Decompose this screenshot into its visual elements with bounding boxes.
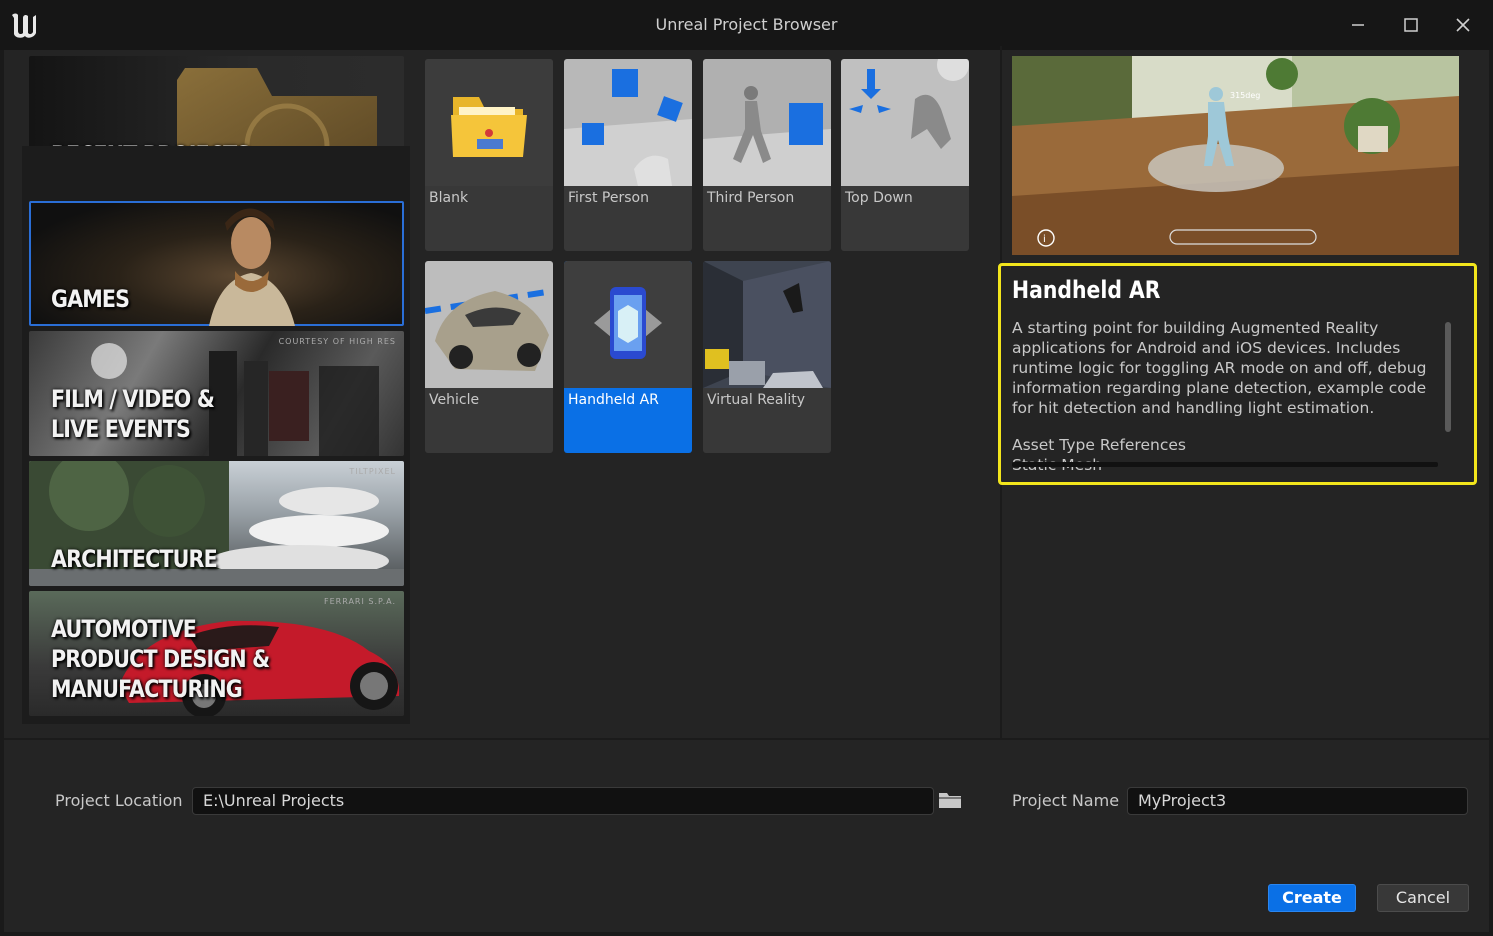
svg-text:i: i — [1043, 234, 1046, 245]
handheld-ar-icon — [564, 261, 692, 388]
template-title: Handheld AR — [1012, 276, 1161, 304]
image-credit: COURTESY OF HIGH RES — [278, 337, 396, 346]
template-virtual-reality[interactable]: Virtual Reality — [703, 261, 831, 453]
template-third-person[interactable]: Third Person — [703, 59, 831, 251]
bottom-bar — [4, 740, 1489, 932]
first-person-thumbnail — [564, 59, 692, 186]
category-automotive[interactable]: FERRARI S.P.A. AUTOMOTIVE PRODUCT DESIGN… — [29, 591, 404, 716]
template-label: Blank — [429, 190, 469, 206]
minimize-icon[interactable] — [1343, 10, 1373, 40]
project-location-label: Project Location — [55, 791, 183, 810]
title-bar: Unreal Project Browser — [0, 0, 1493, 50]
close-icon[interactable] — [1448, 10, 1478, 40]
template-description-panel: Handheld AR A starting point for buildin… — [998, 263, 1477, 485]
template-label: Top Down — [845, 190, 913, 206]
template-first-person[interactable]: First Person — [564, 59, 692, 251]
template-preview-image: 315deg i — [1012, 56, 1459, 255]
category-label: GAMES — [51, 285, 130, 313]
horizontal-scrollbar[interactable] — [1012, 462, 1438, 467]
template-blank[interactable]: Blank — [425, 59, 553, 251]
image-credit: TILTPIXEL — [349, 467, 396, 476]
category-label-line3: MANUFACTURING — [51, 675, 243, 703]
create-button[interactable]: Create — [1268, 884, 1356, 912]
blank-folder-icon — [425, 59, 553, 186]
maximize-icon[interactable] — [1396, 10, 1426, 40]
top-down-thumbnail — [841, 59, 969, 186]
template-label: Third Person — [707, 190, 795, 206]
third-person-thumbnail — [703, 59, 831, 186]
category-label-line2: PRODUCT DESIGN & — [51, 645, 270, 673]
category-film-video-live-events[interactable]: COURTESY OF HIGH RES FILM / VIDEO & LIVE… — [29, 331, 404, 456]
template-label: Handheld AR — [568, 392, 659, 408]
category-games[interactable]: GAMES — [29, 201, 404, 326]
template-description: A starting point for building Augmented … — [1012, 319, 1427, 417]
category-label-line1: FILM / VIDEO & — [51, 385, 215, 413]
template-handheld-ar[interactable]: Handheld AR — [564, 261, 692, 453]
browse-folder-icon[interactable] — [938, 791, 962, 809]
category-label: ARCHITECTURE — [51, 545, 218, 573]
project-location-field[interactable]: E:\Unreal Projects — [192, 787, 934, 815]
template-top-down[interactable]: Top Down — [841, 59, 969, 251]
virtual-reality-thumbnail — [703, 261, 831, 388]
window-title: Unreal Project Browser — [655, 15, 838, 34]
vertical-scrollbar[interactable] — [1445, 322, 1451, 432]
preview-overlay-text: 315deg — [1230, 91, 1260, 100]
template-vehicle[interactable]: Vehicle — [425, 261, 553, 453]
template-label: First Person — [568, 190, 649, 206]
cancel-button[interactable]: Cancel — [1377, 884, 1469, 912]
asset-type-references-heading: Asset Type References — [1012, 436, 1186, 454]
image-credit: FERRARI S.P.A. — [324, 597, 396, 606]
template-label: Vehicle — [429, 392, 480, 408]
games-character-image — [209, 208, 295, 326]
project-name-label: Project Name — [1012, 791, 1120, 810]
category-label-line1: AUTOMOTIVE — [51, 615, 197, 643]
project-name-field[interactable]: MyProject3 — [1127, 787, 1468, 815]
category-label-line2: LIVE EVENTS — [51, 415, 191, 443]
category-architecture[interactable]: TILTPIXEL ARCHITECTURE — [29, 461, 404, 586]
vehicle-thumbnail — [425, 261, 553, 388]
template-label: Virtual Reality — [707, 392, 806, 408]
